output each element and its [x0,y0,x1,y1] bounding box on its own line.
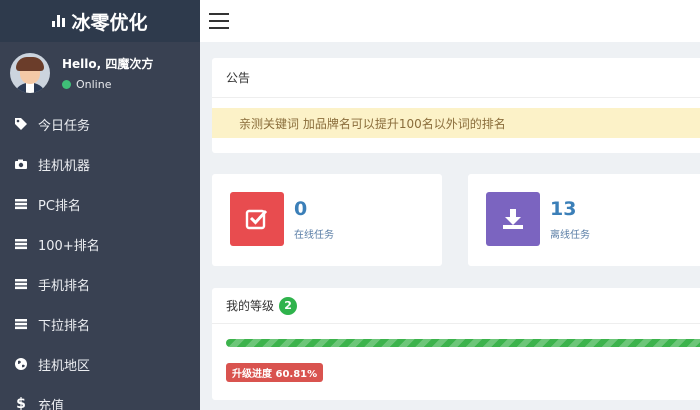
top-navbar [200,0,700,42]
sidebar-item-today-tasks[interactable]: 今日任务 [0,104,200,144]
level-progress-fill [226,339,700,347]
sidebar-item-label: 手机排名 [38,278,91,294]
check-square-icon [230,192,284,246]
sidebar-item-machines[interactable]: 挂机机器 [0,144,200,184]
level-badge: 2 [279,296,298,315]
sidebar-item-mobile-rank[interactable]: 手机排名 [0,264,200,304]
level-title: 我的等级 [226,299,275,313]
notice-message: 亲测关键词 加品牌名可以提升100名以外词的排名 [212,108,700,138]
dollar-icon: $ [16,396,26,410]
sidebar-item-label: 充值 [38,398,65,410]
offline-tasks-count: 13 [550,198,577,220]
user-status: Online [62,78,153,91]
sidebar: 冰零优化 Hello, 四魔次方 Online 今日任务 挂机机器 PC排名 1… [0,0,200,410]
online-tasks-card[interactable]: 0 在线任务 [212,174,442,266]
online-tasks-count: 0 [294,198,308,220]
sidebar-item-label: 下拉排名 [38,318,91,334]
level-panel: 我的等级 2 升级进度 60.81% [212,288,700,400]
sidebar-item-label: 挂机地区 [38,358,91,374]
user-panel: Hello, 四魔次方 Online [0,42,200,104]
online-tasks-label: 在线任务 [294,230,334,241]
user-greeting: Hello, 四魔次方 [62,57,154,71]
menu-toggle-icon[interactable] [209,13,229,29]
notice-panel: 公告 亲测关键词 加品牌名可以提升100名以外词的排名 [212,58,700,153]
avatar[interactable] [10,53,50,93]
sidebar-item-pc-rank[interactable]: PC排名 [0,184,200,224]
sidebar-item-dropdown-rank[interactable]: 下拉排名 [0,304,200,344]
sidebar-item-regions[interactable]: 挂机地区 [0,344,200,384]
server-icon [14,277,28,291]
sidebar-item-label: 今日任务 [38,118,91,134]
offline-tasks-card[interactable]: 13 离线任务 [468,174,700,266]
globe-icon [14,357,28,371]
sidebar-menu: 今日任务 挂机机器 PC排名 100+排名 手机排名 下拉排名 挂机地区 $ 充… [0,104,200,410]
brand-header[interactable]: 冰零优化 [0,0,200,42]
download-icon [486,192,540,246]
sidebar-item-label: 100+排名 [38,238,100,254]
tag-icon [14,117,28,131]
sidebar-item-label: 挂机机器 [38,158,91,174]
offline-tasks-label: 离线任务 [550,230,590,241]
level-progress-bar [226,339,700,347]
level-progress-label: 升级进度 60.81% [226,363,324,382]
sidebar-item-100-rank[interactable]: 100+排名 [0,224,200,264]
level-header: 我的等级 2 [212,288,700,324]
bar-chart-icon [52,15,66,27]
server-icon [14,237,28,251]
server-icon [14,197,28,211]
online-status-icon [62,80,71,89]
sidebar-item-recharge[interactable]: $ 充值 [0,384,200,410]
brand-title: 冰零优化 [71,11,148,34]
user-status-text: Online [76,78,112,91]
camera-icon [14,157,28,171]
sidebar-item-label: PC排名 [38,198,81,214]
server-icon [14,317,28,331]
notice-title: 公告 [212,58,700,98]
